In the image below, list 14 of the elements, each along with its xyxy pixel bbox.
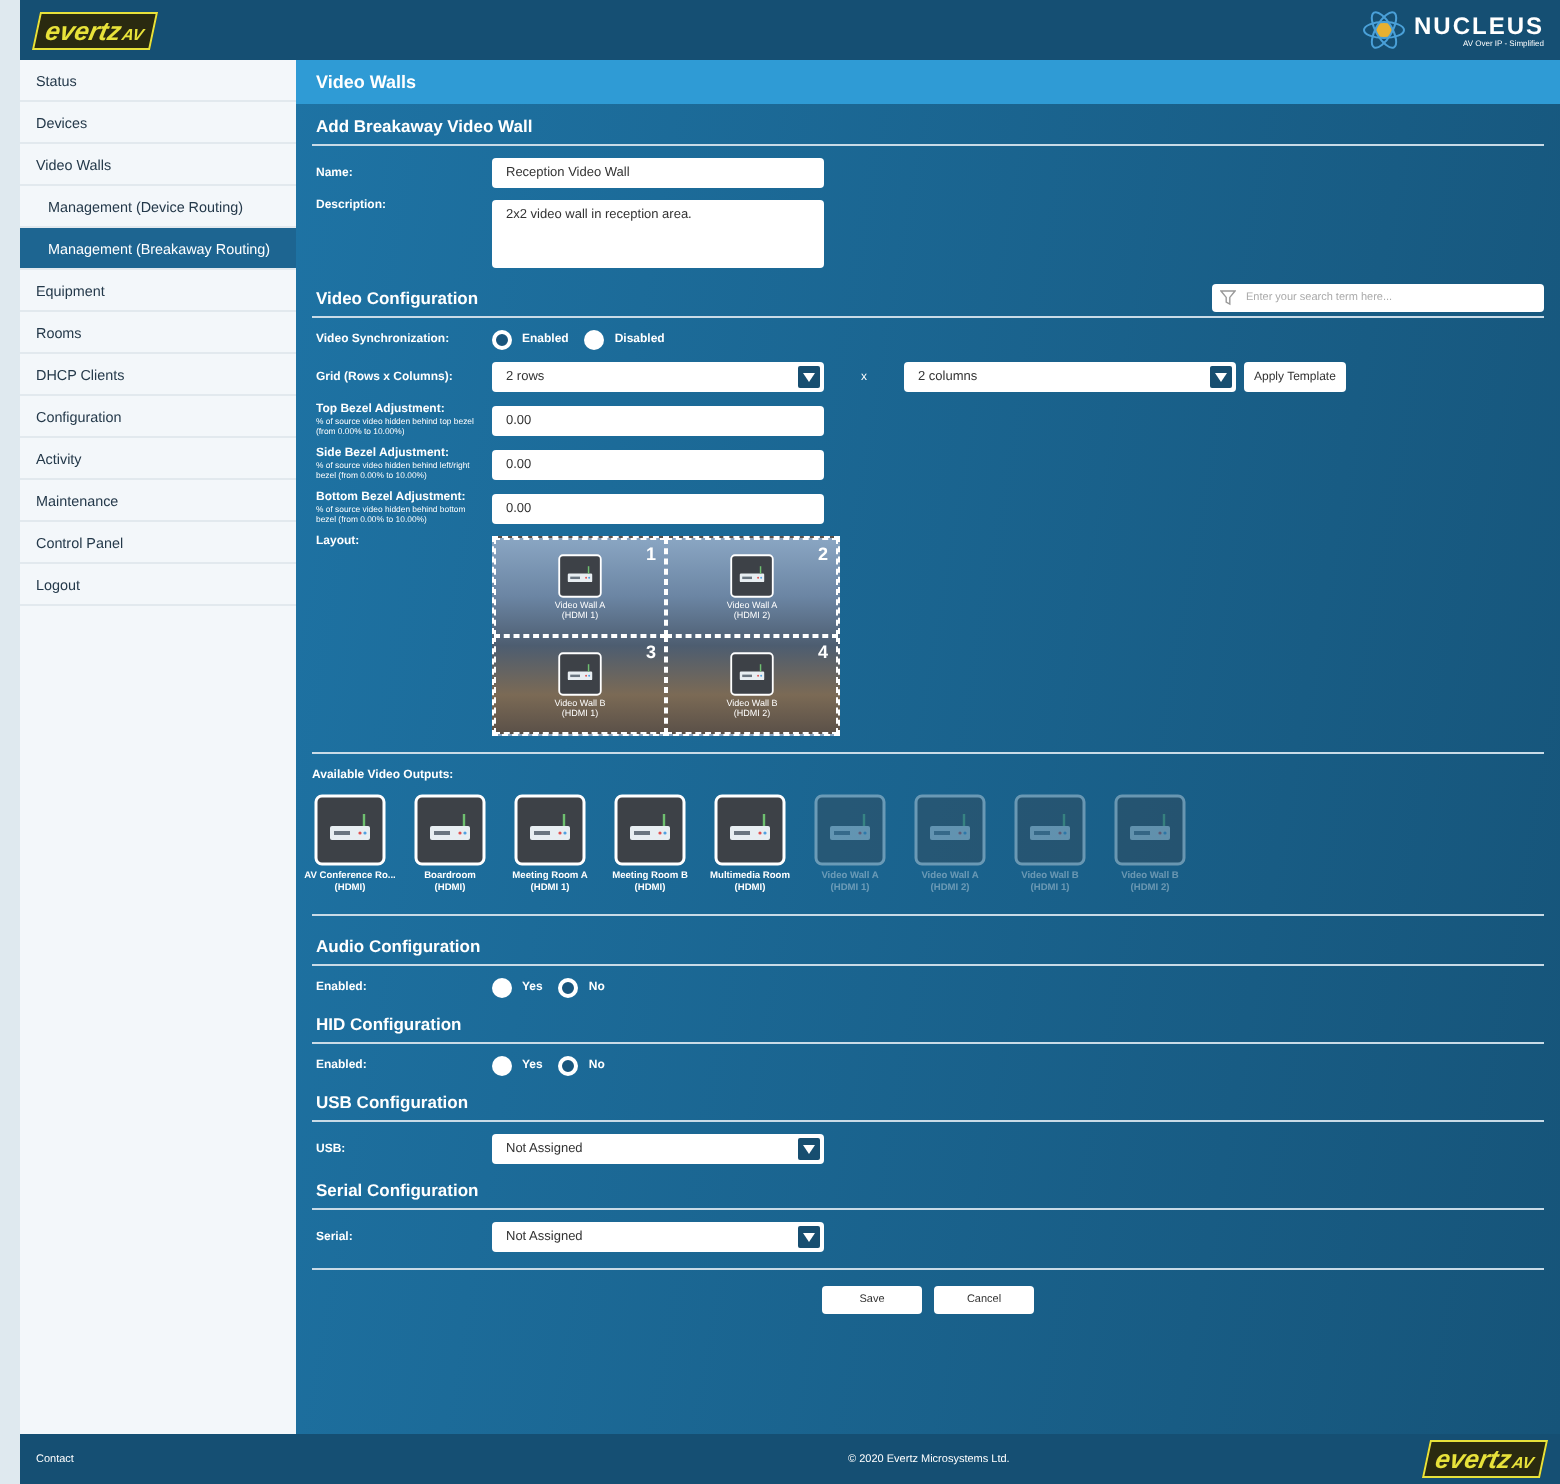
tile-number: 2 <box>817 544 828 564</box>
page-title: Video Walls <box>296 60 1560 104</box>
product-name: NUCLEUS <box>1413 13 1544 37</box>
tile-number: 1 <box>645 544 656 564</box>
section-heading: Audio Configuration <box>316 936 481 956</box>
evertz-av-logo: evertzAV <box>31 11 159 49</box>
section-heading: Add Breakaway Video Wall <box>316 116 533 136</box>
section-heading: Video Configuration <box>316 288 479 308</box>
evertz-av-logo: evertzAV <box>1421 1440 1549 1478</box>
tile-number: 4 <box>817 642 828 662</box>
section-heading: HID Configuration <box>316 1014 462 1034</box>
section-heading: Serial Configuration <box>316 1180 479 1200</box>
section-heading: USB Configuration <box>316 1092 469 1112</box>
tile-number: 3 <box>645 642 656 662</box>
